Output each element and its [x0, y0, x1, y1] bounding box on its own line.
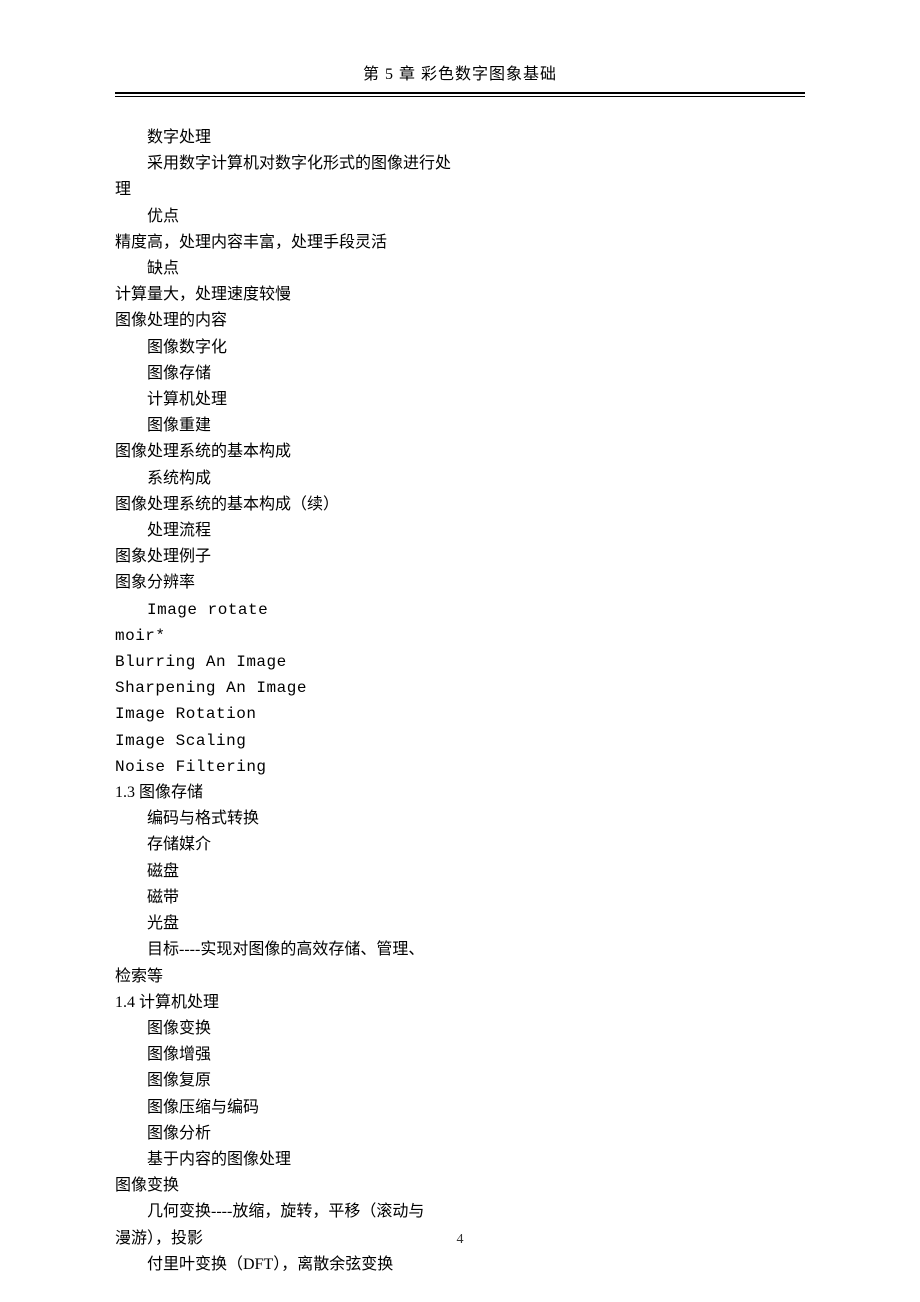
text-line: 数字处理 — [115, 125, 805, 151]
text-line: 图像处理的内容 — [115, 308, 805, 334]
text-line: 优点 — [115, 204, 805, 230]
text-line: 图像处理系统的基本构成（续） — [115, 492, 805, 518]
text-line: 图像压缩与编码 — [115, 1095, 805, 1121]
text-line: 图象分辨率 — [115, 570, 805, 596]
text-line: 目标----实现对图像的高效存储、管理、 — [115, 937, 805, 963]
text-line: 图像处理系统的基本构成 — [115, 439, 805, 465]
text-line: 精度高，处理内容丰富，处理手段灵活 — [115, 230, 805, 256]
text-line: 图像变换 — [115, 1016, 805, 1042]
text-line: 采用数字计算机对数字化形式的图像进行处 — [115, 151, 805, 177]
text-line: 存储媒介 — [115, 832, 805, 858]
text-line: 磁盘 — [115, 859, 805, 885]
text-line: 磁带 — [115, 885, 805, 911]
page-number: 4 — [0, 1232, 920, 1248]
text-line: Image rotate — [115, 597, 805, 623]
text-line: 编码与格式转换 — [115, 806, 805, 832]
text-line: 1.3 图像存储 — [115, 780, 805, 806]
text-line: 计算机处理 — [115, 387, 805, 413]
text-line: Image Rotation — [115, 701, 805, 727]
text-line: 系统构成 — [115, 466, 805, 492]
text-line: Image Scaling — [115, 728, 805, 754]
page-header-title: 第 5 章 彩色数字图象基础 — [115, 60, 805, 90]
text-line: 1.4 计算机处理 — [115, 990, 805, 1016]
text-line: 理 — [115, 177, 805, 203]
header-rule-thin — [115, 96, 805, 97]
text-line: moir* — [115, 623, 805, 649]
text-line: 几何变换----放缩，旋转，平移（滚动与 — [115, 1199, 805, 1225]
text-line: 计算量大，处理速度较慢 — [115, 282, 805, 308]
text-line: 图像变换 — [115, 1173, 805, 1199]
text-line: 缺点 — [115, 256, 805, 282]
text-line: 检索等 — [115, 964, 805, 990]
document-body: 数字处理采用数字计算机对数字化形式的图像进行处理优点精度高，处理内容丰富，处理手… — [115, 125, 805, 1278]
text-line: 处理流程 — [115, 518, 805, 544]
header-rule-thick — [115, 92, 805, 94]
text-line: 图像分析 — [115, 1121, 805, 1147]
text-line: 付里叶变换（DFT），离散余弦变换 — [115, 1252, 805, 1278]
text-line: 图像存储 — [115, 361, 805, 387]
text-line: Sharpening An Image — [115, 675, 805, 701]
text-line: Blurring An Image — [115, 649, 805, 675]
text-line: 图像数字化 — [115, 335, 805, 361]
text-line: 图像重建 — [115, 413, 805, 439]
text-line: 图象处理例子 — [115, 544, 805, 570]
text-line: 图像复原 — [115, 1068, 805, 1094]
text-line: Noise Filtering — [115, 754, 805, 780]
text-line: 光盘 — [115, 911, 805, 937]
text-line: 图像增强 — [115, 1042, 805, 1068]
text-line: 基于内容的图像处理 — [115, 1147, 805, 1173]
